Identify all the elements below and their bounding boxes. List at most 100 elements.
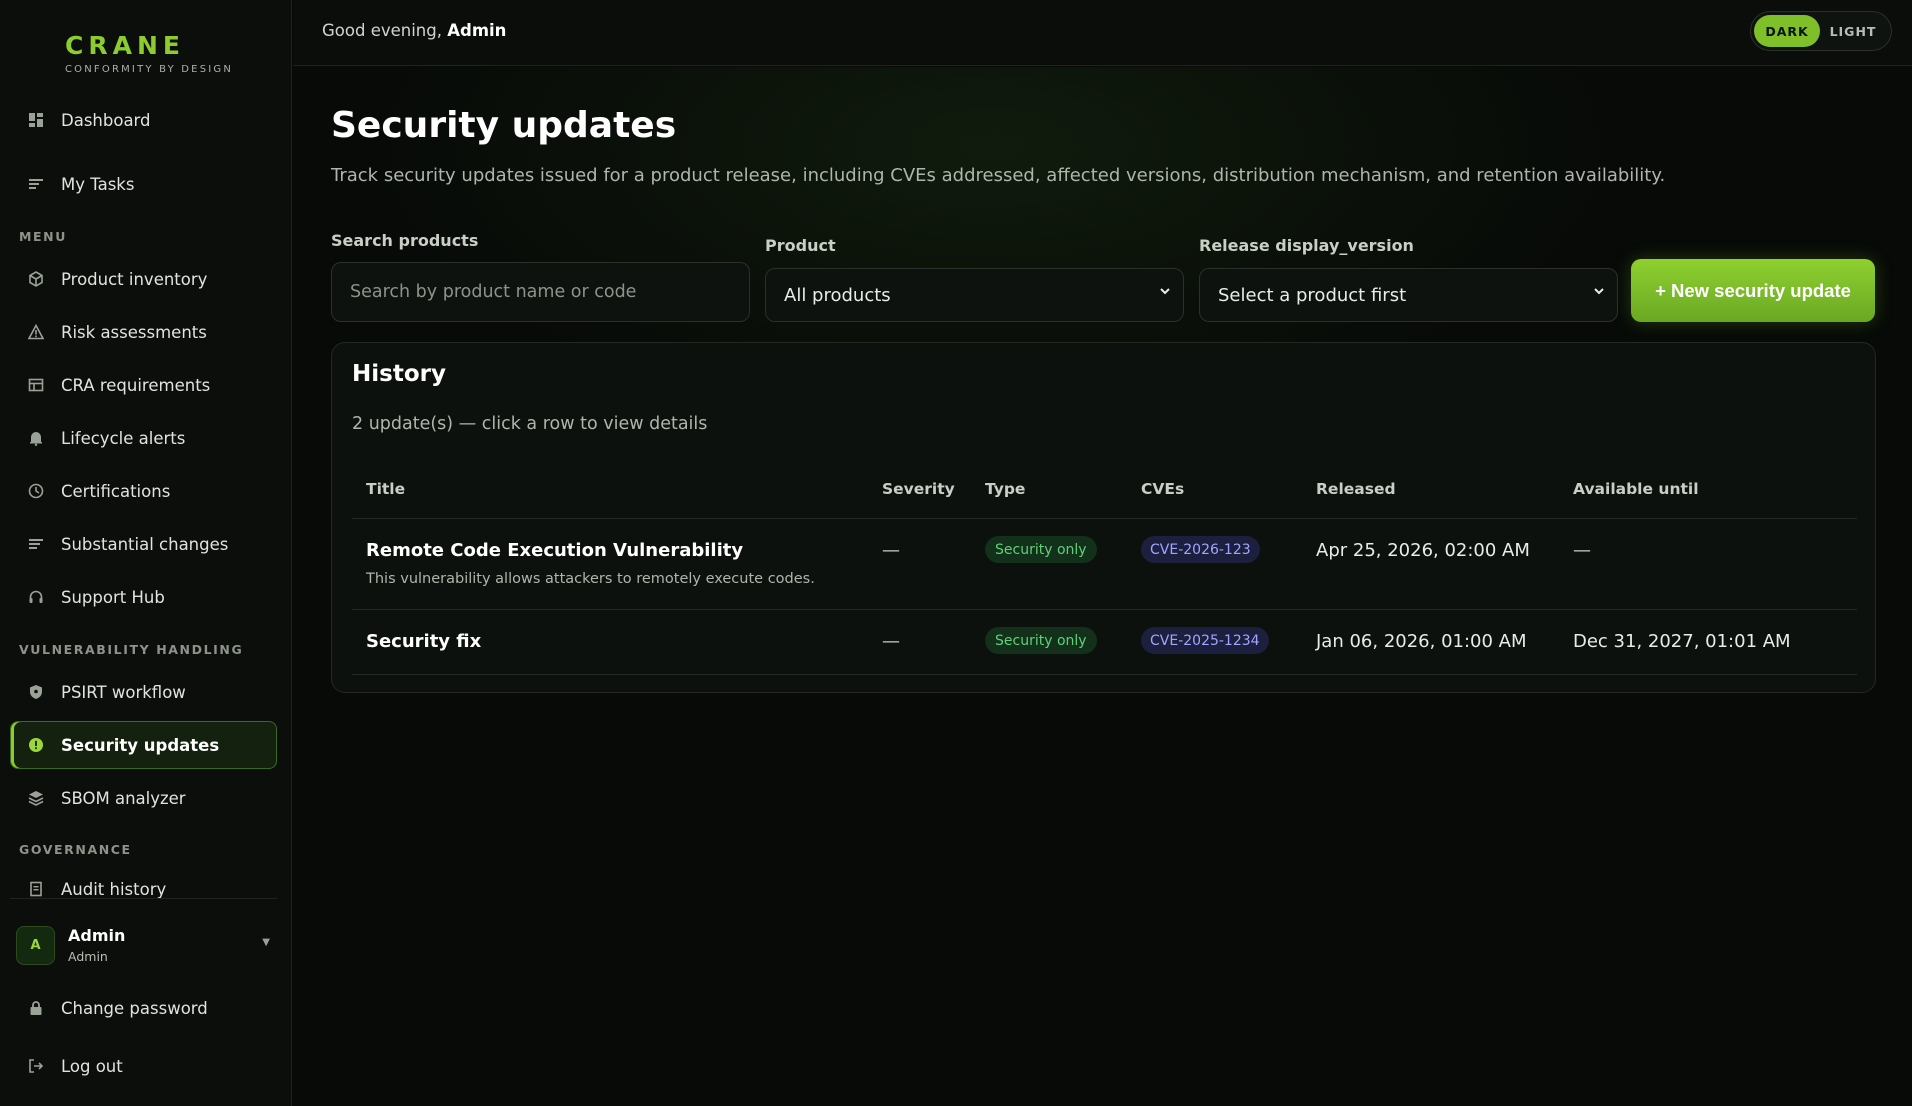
sidebar-item-product-inventory[interactable]: Product inventory [10, 255, 277, 303]
row-description: This vulnerability allows attackers to r… [366, 571, 815, 587]
search-input[interactable] [331, 262, 750, 322]
new-security-update-button[interactable]: + New security update [1631, 259, 1875, 322]
product-label: Product [765, 236, 836, 255]
sidebar-item-label: SBOM analyzer [61, 788, 186, 808]
type-badge: Security only [985, 627, 1097, 654]
page-description: Track security updates issued for a prod… [331, 165, 1666, 186]
sidebar-item-label: PSIRT workflow [61, 682, 186, 702]
user-name: Admin [68, 926, 126, 945]
release-label: Release display_version [1199, 236, 1414, 255]
dashboard-icon [27, 111, 45, 129]
row-released: Jan 06, 2026, 01:00 AM [1316, 631, 1527, 652]
sidebar-item-lifecycle-alerts[interactable]: Lifecycle alerts [10, 414, 277, 462]
sidebar-item-label: CRA requirements [61, 375, 211, 395]
bell-icon [27, 429, 45, 447]
section-label-menu: MENU [19, 229, 67, 244]
sidebar-item-label: Product inventory [61, 269, 208, 289]
row-severity: — [882, 540, 900, 561]
chevron-down-icon [1593, 285, 1605, 301]
theme-dark-option[interactable]: DARK [1754, 15, 1820, 47]
column-header-released[interactable]: Released [1316, 480, 1396, 498]
sidebar-item-dashboard[interactable]: Dashboard [10, 96, 277, 144]
row-title[interactable]: Remote Code Execution Vulnerability [366, 540, 743, 561]
sidebar-item-label: Log out [61, 1056, 123, 1076]
sidebar-item-certifications[interactable]: Certifications [10, 467, 277, 515]
release-select-value: Select a product first [1218, 284, 1407, 306]
table-icon [27, 376, 45, 394]
search-label: Search products [331, 231, 479, 250]
column-header-type[interactable]: Type [985, 480, 1025, 498]
sidebar-item-audit-history[interactable]: Audit history [10, 867, 277, 899]
sidebar-item-label: Lifecycle alerts [61, 428, 186, 448]
history-title: History [352, 361, 446, 387]
brand-tagline: CONFORMITY BY DESIGN [65, 64, 234, 75]
brand-name: CRANE [65, 31, 185, 60]
sidebar-item-label: Risk assessments [61, 322, 207, 342]
sidebar-item-label: Substantial changes [61, 534, 229, 554]
brand-logo[interactable]: CRANE CONFORMITY BY DESIGN [65, 31, 234, 76]
row-severity: — [882, 631, 900, 652]
chevron-down-icon[interactable]: ▼ [262, 937, 270, 948]
section-label-governance: GOVERNANCE [19, 842, 132, 857]
chevron-down-icon [1159, 285, 1171, 301]
column-header-title[interactable]: Title [366, 480, 405, 498]
section-label-vulnerability: VULNERABILITY HANDLING [19, 642, 244, 657]
row-available-until: — [1573, 540, 1591, 561]
cube-icon [27, 270, 45, 288]
table-divider [352, 674, 1857, 675]
sidebar-item-risk-assessments[interactable]: Risk assessments [10, 308, 277, 356]
page-title: Security updates [331, 105, 677, 146]
document-icon [27, 880, 45, 898]
type-badge: Security only [985, 536, 1097, 563]
sidebar-item-label: Dashboard [61, 110, 151, 130]
clock-icon [27, 482, 45, 500]
column-header-severity[interactable]: Severity [882, 480, 955, 498]
history-subtitle: 2 update(s) — click a row to view detail… [352, 414, 708, 434]
sidebar-item-security-updates[interactable]: Security updates [10, 721, 277, 769]
sidebar-item-label: Change password [61, 998, 208, 1018]
greeting-prefix: Good evening, [322, 21, 442, 40]
row-released: Apr 25, 2026, 02:00 AM [1316, 540, 1530, 561]
product-select-value: All products [784, 284, 891, 306]
sidebar-item-support-hub[interactable]: Support Hub [10, 573, 277, 621]
cve-badge[interactable]: CVE-2026-123 [1141, 536, 1260, 563]
greeting-user: Admin [447, 21, 507, 40]
sidebar-item-log-out[interactable]: Log out [10, 1042, 277, 1090]
column-header-cves[interactable]: CVEs [1141, 480, 1184, 498]
sidebar-divider [10, 898, 277, 899]
sidebar-item-my-tasks[interactable]: My Tasks [10, 160, 277, 208]
tasks-icon [27, 175, 45, 193]
alert-circle-icon [27, 736, 45, 754]
headset-icon [27, 588, 45, 606]
logout-icon [27, 1057, 45, 1075]
avatar: A [16, 925, 55, 965]
row-title[interactable]: Security fix [366, 631, 481, 652]
theme-light-option[interactable]: LIGHT [1820, 15, 1886, 47]
user-menu[interactable]: A Admin Admin ▼ [16, 923, 278, 967]
product-select[interactable]: All products [765, 268, 1184, 322]
cve-badge[interactable]: CVE-2025-1234 [1141, 627, 1269, 654]
sidebar-item-change-password[interactable]: Change password [10, 984, 277, 1032]
history-card: History 2 update(s) — click a row to vie… [331, 342, 1876, 693]
sidebar-item-label: Audit history [61, 880, 167, 899]
sidebar-item-label: Certifications [61, 481, 171, 501]
sidebar-item-label: Support Hub [61, 587, 165, 607]
lock-icon [27, 999, 45, 1017]
warning-icon [27, 323, 45, 341]
sidebar-item-label: My Tasks [61, 174, 135, 194]
row-available-until: Dec 31, 2027, 01:01 AM [1573, 631, 1791, 652]
sidebar-item-cra-requirements[interactable]: CRA requirements [10, 361, 277, 409]
release-select[interactable]: Select a product first [1199, 268, 1618, 322]
sidebar: CRANE CONFORMITY BY DESIGN Dashboard My … [0, 0, 292, 1106]
table-row[interactable] [352, 519, 1857, 609]
greeting: Good evening, Admin [322, 21, 506, 40]
sidebar-item-substantial-changes[interactable]: Substantial changes [10, 520, 277, 568]
sidebar-item-psirt-workflow[interactable]: PSIRT workflow [10, 668, 277, 716]
column-header-available-until[interactable]: Available until [1573, 480, 1699, 498]
sidebar-item-sbom-analyzer[interactable]: SBOM analyzer [10, 774, 277, 822]
theme-toggle[interactable]: DARK LIGHT [1750, 11, 1892, 51]
shield-icon [27, 683, 45, 701]
layers-icon [27, 789, 45, 807]
topbar: Good evening, Admin DARK LIGHT [293, 0, 1912, 66]
sidebar-item-label: Security updates [61, 735, 220, 755]
